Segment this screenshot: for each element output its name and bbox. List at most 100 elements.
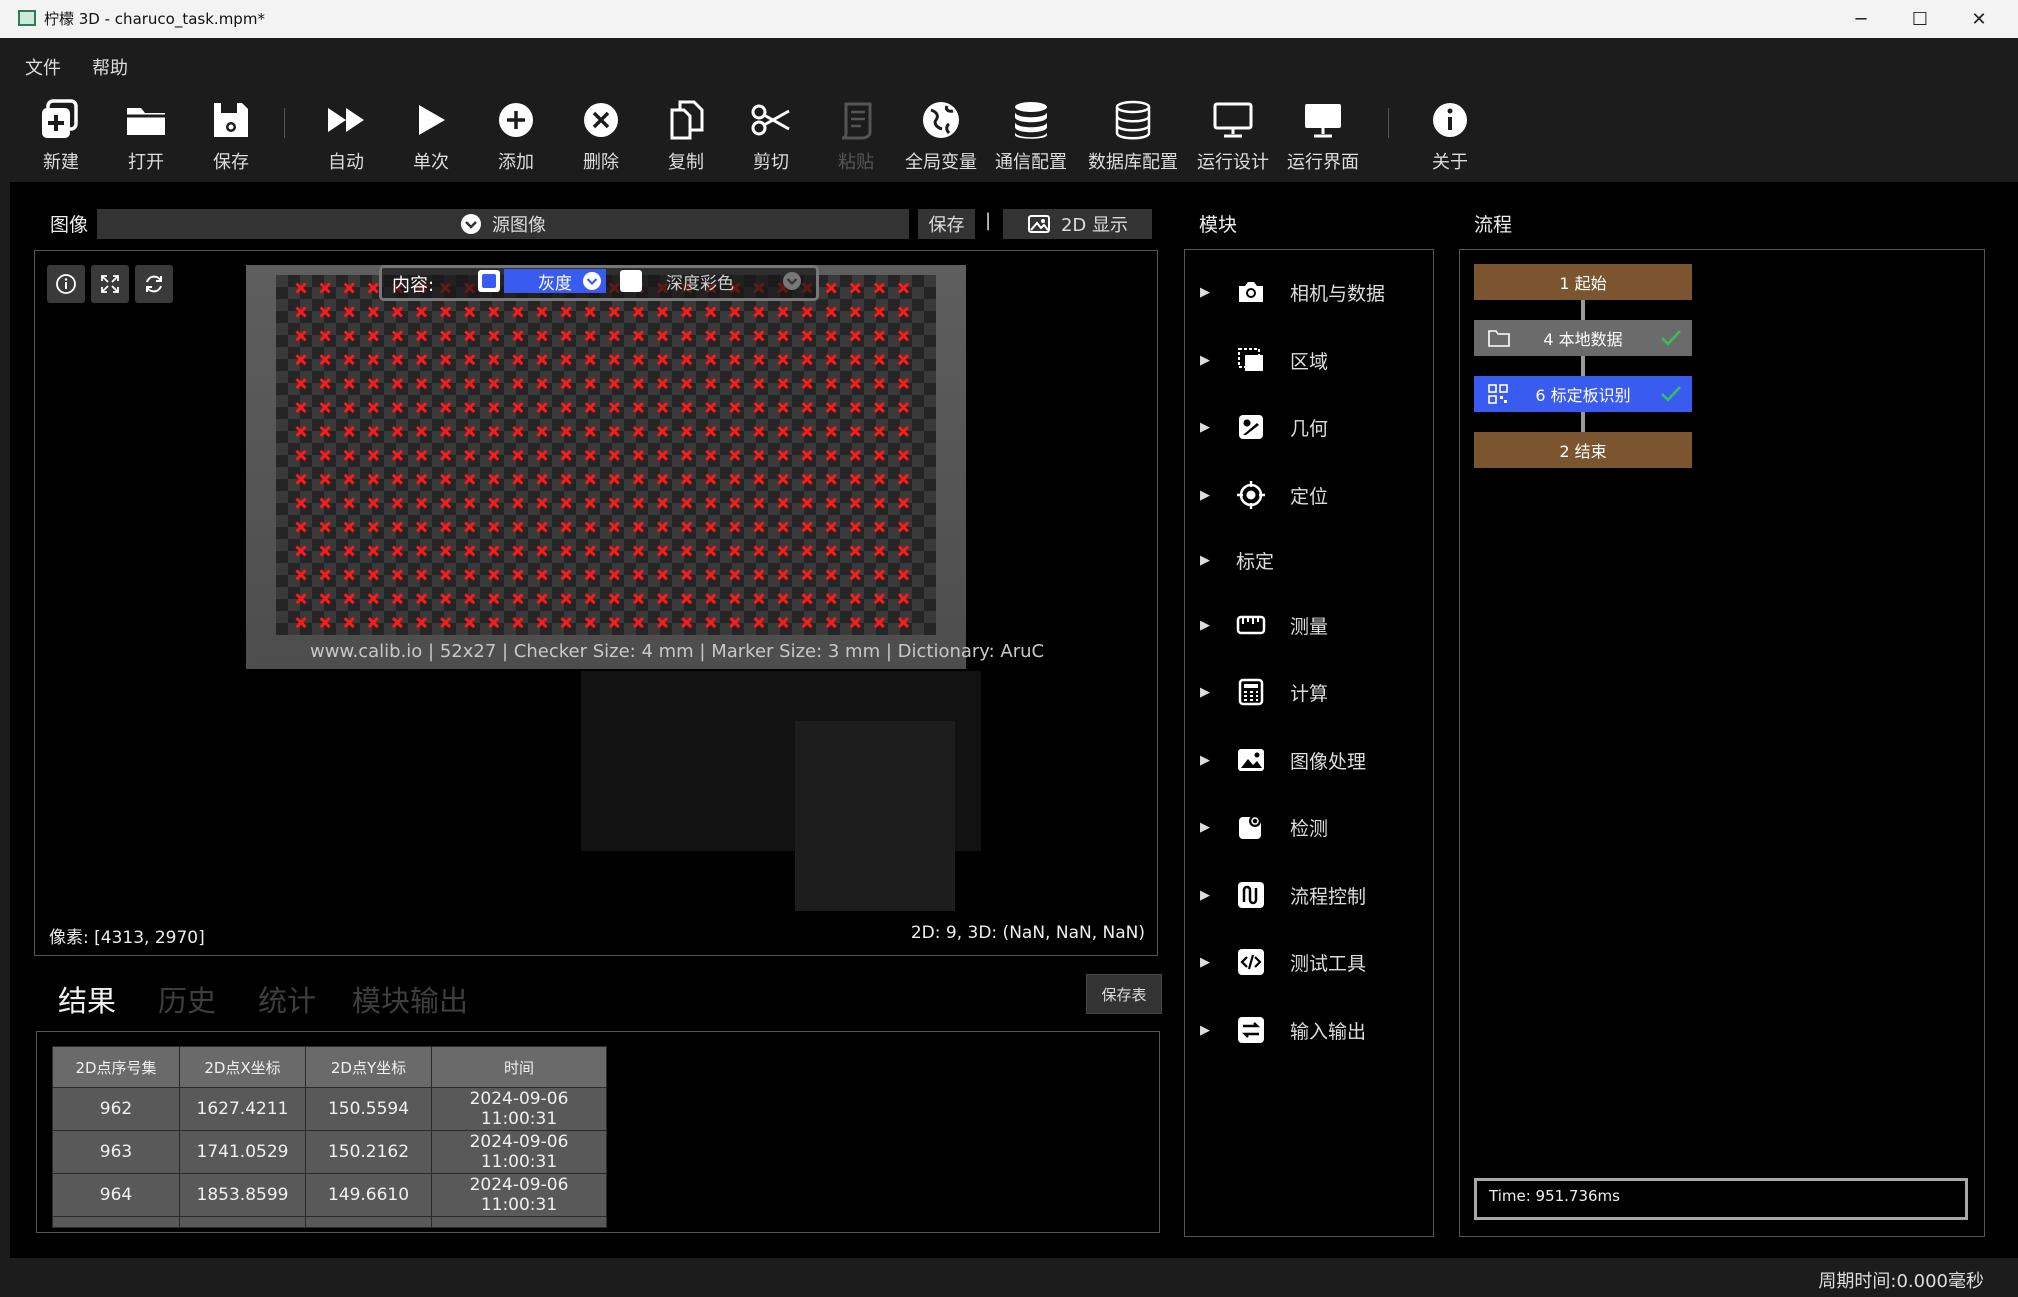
global-vars-button[interactable]: 全局变量 bbox=[896, 98, 986, 174]
corner-marker bbox=[536, 425, 548, 437]
corner-marker bbox=[488, 425, 500, 437]
module-image-processing[interactable]: ▶ 图像处理 bbox=[1200, 740, 1430, 780]
image-viewport[interactable]: www.calib.io | 52x27 | Checker Size: 4 m… bbox=[34, 250, 1158, 956]
corner-marker bbox=[825, 569, 837, 581]
flow-node-start[interactable]: 1 起始 bbox=[1474, 264, 1692, 300]
paste-button[interactable]: 粘贴 bbox=[811, 98, 901, 174]
corner-marker bbox=[753, 545, 765, 557]
module-region[interactable]: ▶ 区域 bbox=[1200, 340, 1430, 380]
corner-marker bbox=[873, 497, 885, 509]
corner-marker bbox=[608, 425, 620, 437]
flow-node-board-detect[interactable]: 6 标定板识别 bbox=[1474, 376, 1692, 412]
corner-marker bbox=[777, 473, 789, 485]
module-flow-control[interactable]: ▶ 流程控制 bbox=[1200, 875, 1430, 915]
about-button[interactable]: 关于 bbox=[1405, 98, 1495, 174]
cut-button[interactable]: 剪切 bbox=[726, 98, 816, 174]
corner-marker bbox=[584, 593, 596, 605]
minimize-button[interactable]: ─ bbox=[1832, 0, 1890, 38]
table-row[interactable]: 963 1741.0529 150.2162 2024-09-06 11:00:… bbox=[52, 1130, 607, 1174]
modules-title: 模块 bbox=[1199, 214, 1238, 236]
column-header[interactable]: 时间 bbox=[431, 1046, 607, 1088]
tab-statistics[interactable]: 统计 bbox=[258, 978, 316, 1020]
new-button[interactable]: 新建 bbox=[16, 98, 106, 174]
open-button[interactable]: 打开 bbox=[101, 98, 191, 174]
run-ui-button[interactable]: 运行界面 bbox=[1278, 98, 1368, 174]
tab-results[interactable]: 结果 bbox=[58, 978, 116, 1020]
corner-marker bbox=[415, 306, 428, 318]
table-row[interactable]: 964 1853.8599 149.6610 2024-09-06 11:00:… bbox=[52, 1173, 607, 1217]
menu-file[interactable]: 文件 bbox=[25, 54, 61, 80]
save-button[interactable]: 保存 bbox=[186, 98, 276, 174]
refresh-button[interactable] bbox=[135, 265, 173, 303]
module-test-tools[interactable]: ▶ 测试工具 bbox=[1200, 942, 1430, 982]
flow-node-end[interactable]: 2 结束 bbox=[1474, 432, 1692, 468]
corner-marker bbox=[488, 545, 500, 557]
corner-marker bbox=[656, 401, 669, 414]
auto-button[interactable]: 自动 bbox=[301, 98, 391, 174]
corner-marker bbox=[560, 617, 572, 629]
image-save-button[interactable]: 保存 bbox=[918, 209, 975, 239]
module-positioning[interactable]: ▶ 定位 bbox=[1200, 475, 1430, 515]
display-mode-button[interactable]: 2D 显示 bbox=[1003, 209, 1152, 239]
corner-marker bbox=[415, 497, 428, 509]
corner-marker bbox=[512, 306, 524, 318]
add-button[interactable]: 添加 bbox=[471, 98, 561, 174]
corner-marker bbox=[801, 378, 813, 390]
corner-marker bbox=[512, 354, 524, 366]
column-header[interactable]: 2D点序号集 bbox=[52, 1046, 180, 1088]
flow-node-local-data[interactable]: 4 本地数据 bbox=[1474, 320, 1692, 356]
module-detect[interactable]: ▶ 检测 bbox=[1200, 807, 1430, 847]
info-tool-button[interactable] bbox=[47, 265, 85, 303]
corner-marker bbox=[632, 306, 644, 318]
module-geometry[interactable]: ▶ 几何 bbox=[1200, 407, 1430, 447]
single-run-button[interactable]: 单次 bbox=[386, 98, 476, 174]
app-icon bbox=[18, 10, 36, 26]
table-cell: 962 bbox=[52, 1087, 180, 1131]
run-design-button[interactable]: 运行设计 bbox=[1188, 98, 1278, 174]
tab-history[interactable]: 历史 bbox=[158, 978, 216, 1020]
module-calculate[interactable]: ▶ 计算 bbox=[1200, 672, 1430, 712]
db-config-button[interactable]: 数据库配置 bbox=[1088, 98, 1178, 174]
close-button[interactable]: ✕ bbox=[1950, 0, 2008, 38]
menu-help[interactable]: 帮助 bbox=[92, 54, 128, 80]
module-camera-data[interactable]: ▶ 相机与数据 bbox=[1200, 272, 1430, 312]
column-header[interactable]: 2D点X坐标 bbox=[179, 1046, 306, 1088]
corner-marker bbox=[753, 449, 765, 461]
corner-marker bbox=[656, 354, 669, 366]
corner-marker bbox=[825, 282, 837, 294]
globe-icon bbox=[923, 102, 959, 138]
corner-marker bbox=[488, 617, 500, 629]
source-image-select[interactable]: 源图像 bbox=[97, 209, 909, 239]
tab-module-output[interactable]: 模块输出 bbox=[352, 978, 468, 1020]
corner-marker bbox=[849, 617, 861, 629]
corner-marker bbox=[681, 497, 693, 509]
gray-checkbox[interactable] bbox=[478, 270, 500, 292]
corner-marker bbox=[391, 354, 403, 366]
open-label: 打开 bbox=[128, 152, 164, 173]
module-io[interactable]: ▶ 输入输出 bbox=[1200, 1010, 1430, 1050]
maximize-button[interactable]: ☐ bbox=[1891, 0, 1949, 38]
corner-marker bbox=[343, 330, 355, 342]
expand-arrow-icon: ▶ bbox=[1200, 954, 1210, 970]
database-icon bbox=[1115, 100, 1151, 140]
depth-color-checkbox[interactable] bbox=[620, 270, 642, 292]
db-config-label: 数据库配置 bbox=[1088, 152, 1178, 173]
fit-view-button[interactable] bbox=[91, 265, 129, 303]
table-row[interactable]: 962 1627.4211 150.5594 2024-09-06 11:00:… bbox=[52, 1087, 607, 1131]
save-table-button[interactable]: 保存表 bbox=[1086, 974, 1162, 1014]
copy-button[interactable]: 复制 bbox=[641, 98, 731, 174]
chevron-down-icon[interactable] bbox=[782, 271, 802, 291]
module-measure[interactable]: ▶ 测量 bbox=[1200, 605, 1430, 645]
new-label: 新建 bbox=[43, 152, 79, 173]
corner-marker bbox=[319, 354, 331, 366]
module-calibration[interactable]: ▶ 标定 bbox=[1200, 540, 1430, 580]
expand-arrow-icon: ▶ bbox=[1200, 284, 1210, 300]
column-header[interactable]: 2D点Y坐标 bbox=[305, 1046, 432, 1088]
chevron-down-icon[interactable] bbox=[582, 271, 602, 291]
cut-label: 剪切 bbox=[753, 152, 789, 173]
corner-marker bbox=[801, 569, 813, 581]
corner-marker bbox=[536, 521, 548, 533]
comm-config-button[interactable]: 通信配置 bbox=[986, 98, 1076, 174]
delete-button[interactable]: 删除 bbox=[556, 98, 646, 174]
corner-marker bbox=[729, 401, 741, 414]
